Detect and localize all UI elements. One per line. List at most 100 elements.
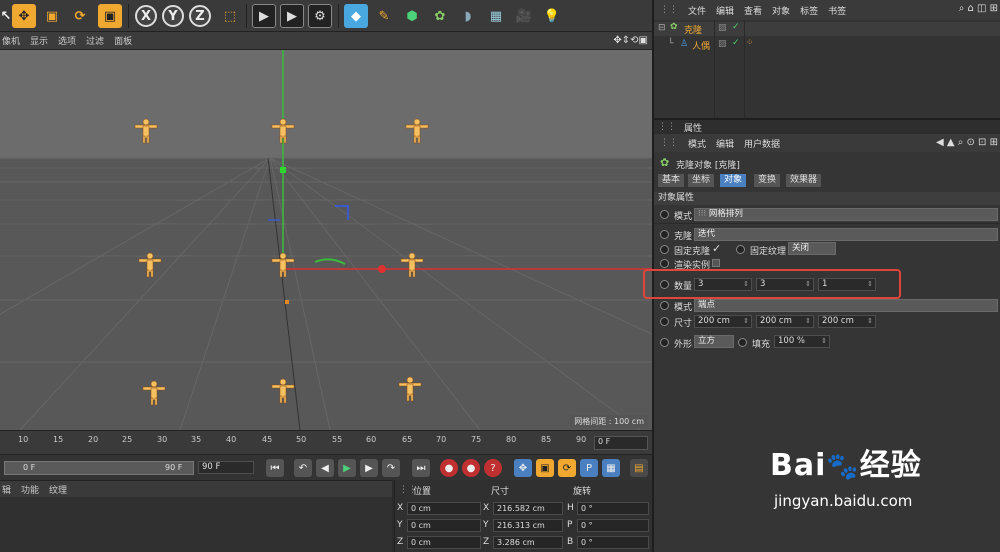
rot-p-field[interactable]: 0 ° (577, 518, 649, 532)
menu-mode[interactable]: 模式 (688, 137, 706, 150)
key-pla-icon[interactable]: ▦ (602, 459, 620, 477)
size-z-field[interactable]: 200 cm ⇕ (818, 315, 876, 328)
timeline-ruler[interactable]: 10 15 20 25 30 35 40 45 50 55 60 65 70 7… (0, 430, 652, 454)
cube-icon[interactable]: ◆ (344, 4, 368, 28)
render-instance-checkbox[interactable] (712, 259, 720, 267)
menu-file[interactable]: 文件 (688, 4, 706, 17)
animate-radio[interactable] (660, 301, 669, 310)
animate-radio[interactable] (738, 338, 747, 347)
animate-radio[interactable] (660, 230, 669, 239)
size-x-field[interactable]: 216.582 cm (493, 501, 563, 515)
render-settings-icon[interactable]: ⚙ (308, 4, 332, 28)
pos-z-field[interactable]: 0 cm (407, 535, 481, 549)
next-key-icon[interactable]: ↷ (382, 459, 400, 477)
search-icon[interactable]: ⌕ ⌂ ◫ ⊞ (959, 3, 998, 14)
go-to-start-icon[interactable]: ⏮ (266, 459, 284, 477)
scale-tool-icon[interactable]: ▣ (40, 4, 64, 28)
keyframe-selection-icon[interactable]: ? (484, 459, 502, 477)
rot-b-field[interactable]: 0 ° (577, 535, 649, 549)
fix-clone-checkbox[interactable]: ✓ (712, 242, 721, 255)
menu-display[interactable]: 显示 (30, 34, 48, 47)
tag-icon[interactable]: ⁘ (746, 38, 754, 48)
tab-object[interactable]: 对象 (720, 174, 747, 187)
key-rotation-icon[interactable]: ⟳ (558, 459, 576, 477)
animate-radio[interactable] (660, 259, 669, 268)
size-y-field[interactable]: 216.313 cm (493, 518, 563, 532)
render-picture-viewer-icon[interactable]: ▶ (280, 4, 304, 28)
tab-coord[interactable]: 坐标 (688, 174, 715, 187)
size-z-field[interactable]: 3.286 cm (493, 535, 563, 549)
key-param-icon[interactable]: P (580, 459, 598, 477)
object-name[interactable]: 克隆 (684, 23, 702, 36)
tree-toggle-icon[interactable]: ⊟ (658, 23, 666, 33)
viewport[interactable]: 网格间距 : 100 cm (0, 50, 652, 430)
light-icon[interactable]: 💡 (540, 4, 564, 28)
object-row[interactable]: └ ♙ 人偶 ▨ ✓ ⁘ (654, 38, 1000, 52)
visibility-icon[interactable]: ▨ (718, 39, 727, 49)
menu-function[interactable]: 功能 (21, 483, 39, 496)
viewport-nav-icons[interactable]: ✥⇕⟲▣ (613, 35, 648, 46)
pos-y-field[interactable]: 0 cm (407, 518, 481, 532)
time-range-slider[interactable]: 0 F 90 F (4, 461, 194, 475)
render-view-icon[interactable]: ▶ (252, 4, 276, 28)
menu-options[interactable]: 选项 (58, 34, 76, 47)
menu-edit[interactable]: 辑 (2, 483, 11, 496)
animate-radio[interactable] (660, 317, 669, 326)
go-to-end-icon[interactable]: ⏭ (412, 459, 430, 477)
enabled-check-icon[interactable]: ✓ (732, 22, 740, 32)
pen-icon[interactable]: ✎ (372, 4, 396, 28)
timeline-window-icon[interactable]: ▤ (630, 459, 648, 477)
mode-dropdown[interactable]: ⁝⁝⁝ 网格排列 (694, 208, 998, 221)
object-list[interactable]: ⊟ ✿ 克隆 ▨ ✓ └ ♙ 人偶 ▨ ✓ ⁘ (654, 20, 1000, 118)
animate-radio[interactable] (660, 338, 669, 347)
animate-radio[interactable] (736, 245, 745, 254)
last-tool-icon[interactable]: ▣ (98, 4, 122, 28)
tab-effectors[interactable]: 效果器 (786, 174, 822, 187)
x-axis-lock-button[interactable]: X (135, 5, 157, 27)
menu-bookmark[interactable]: 书签 (828, 4, 846, 17)
menu-tag[interactable]: 标签 (800, 4, 818, 17)
record-icon[interactable]: ● (440, 459, 458, 477)
menu-object[interactable]: 对象 (772, 4, 790, 17)
clone-dropdown[interactable]: 迭代 (694, 228, 998, 241)
mode2-dropdown[interactable]: 端点 (694, 299, 998, 312)
menu-filter[interactable]: 过滤 (86, 34, 104, 47)
menu-texture[interactable]: 纹理 (49, 483, 67, 496)
tab-basic[interactable]: 基本 (658, 174, 685, 187)
move-tool-icon[interactable]: ✥ (12, 4, 36, 28)
rotate-tool-icon[interactable]: ⟳ (68, 4, 92, 28)
nav-arrows-icon[interactable]: ◀ ▲ ⌕ ⊙ ⊡ ⊞ (936, 137, 998, 148)
animate-radio[interactable] (660, 245, 669, 254)
tab-transform[interactable]: 变换 (754, 174, 781, 187)
key-position-icon[interactable]: ✥ (514, 459, 532, 477)
visibility-icon[interactable]: ▨ (718, 23, 727, 33)
pos-x-field[interactable]: 0 cm (407, 501, 481, 515)
menu-user-data[interactable]: 用户数据 (744, 137, 780, 150)
z-axis-lock-button[interactable]: Z (189, 5, 211, 27)
shape-dropdown[interactable]: 立方 (694, 335, 734, 348)
animate-radio[interactable] (660, 210, 669, 219)
menu-edit[interactable]: 编辑 (716, 4, 734, 17)
object-name[interactable]: 人偶 (692, 39, 710, 52)
camera-icon[interactable]: 🎥 (512, 4, 536, 28)
size-y-field[interactable]: 200 cm ⇕ (756, 315, 814, 328)
play-icon[interactable]: ▶ (338, 459, 356, 477)
menu-camera[interactable]: 像机 (2, 34, 20, 47)
menu-panel[interactable]: 面板 (114, 34, 132, 47)
floor-icon[interactable]: ▦ (484, 4, 508, 28)
rot-h-field[interactable]: 0 ° (577, 501, 649, 515)
previous-frame-icon[interactable]: ◀ (316, 459, 334, 477)
fill-field[interactable]: 100 % ⇕ (774, 335, 830, 348)
fix-texture-dropdown[interactable]: 关闭 (788, 242, 836, 255)
previous-key-icon[interactable]: ↶ (294, 459, 312, 477)
autokey-icon[interactable]: ● (462, 459, 480, 477)
end-frame-field[interactable]: 90 F (198, 461, 254, 474)
y-axis-lock-button[interactable]: Y (162, 5, 184, 27)
coordinate-system-icon[interactable]: ⬚ (218, 4, 242, 28)
key-scale-icon[interactable]: ▣ (536, 459, 554, 477)
cloner-icon[interactable]: ✿ (428, 4, 452, 28)
object-row[interactable]: ⊟ ✿ 克隆 ▨ ✓ (654, 22, 1000, 36)
current-frame-field[interactable]: 0 F (594, 436, 648, 450)
menu-edit[interactable]: 编辑 (716, 137, 734, 150)
next-frame-icon[interactable]: ▶ (360, 459, 378, 477)
